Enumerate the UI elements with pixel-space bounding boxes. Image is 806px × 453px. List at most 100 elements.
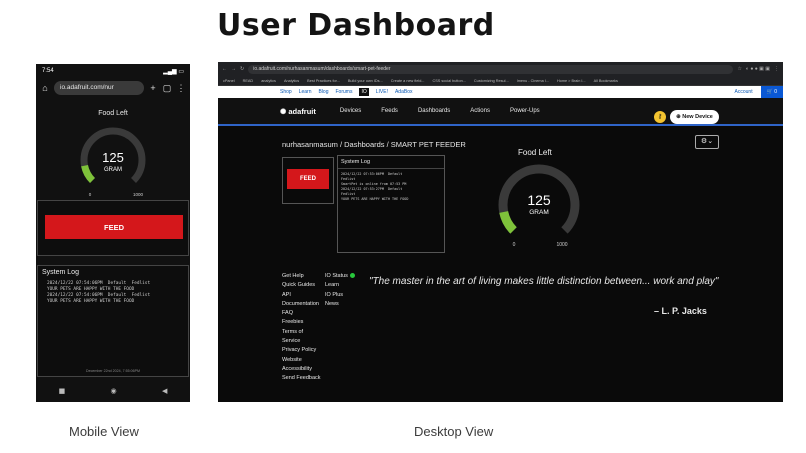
footer-link-label: IO Plus (325, 291, 344, 298)
nav-live[interactable]: LIVE! (376, 89, 388, 95)
feed-button[interactable]: FEED (287, 169, 329, 189)
tabs-icon[interactable]: ▢ (162, 83, 172, 94)
mobile-caption: Mobile View (69, 424, 139, 439)
bookmark-item[interactable]: cPanel (223, 79, 235, 83)
food-gauge: 125 GRAM 0 1000 (498, 164, 580, 248)
bookmark-item[interactable]: Home > Brain I... (557, 79, 586, 83)
dashboard-settings-button[interactable]: ⚙⌄ (695, 135, 719, 149)
bookmark-item[interactable]: Build your own IDs... (348, 79, 383, 83)
back-icon[interactable]: ← (222, 66, 227, 72)
system-log-panel: System Log 2024/12/22 07:54:06PM Default… (37, 265, 189, 377)
nav-forums[interactable]: Forums (336, 89, 353, 95)
footer-link[interactable]: Documentation (282, 300, 321, 309)
cart-button[interactable]: 🛒 0 (760, 86, 783, 98)
footer-link[interactable]: Terms of (282, 328, 321, 337)
adafruit-logo[interactable]: ✺ adafruit (280, 107, 316, 116)
system-log-text: 2024/12/22 07:53:06PM Default Fedlist Sm… (341, 172, 409, 201)
food-left-title: Food Left (518, 148, 552, 157)
bookmarks-bar: cPanel READ analytics Analytics Best Practic… (218, 76, 783, 86)
gauge-unit: GRAM (104, 167, 122, 173)
feed-card: FEED (37, 200, 189, 256)
gauge-min: 0 (89, 192, 92, 197)
bookmark-item[interactable]: Imenu - Cinema I... (517, 79, 549, 83)
extensions-icon[interactable]: ◐ ● ● ▣ ▣ (746, 66, 770, 72)
footer-link[interactable]: Send Feedback (282, 374, 321, 383)
nav-learn[interactable]: Learn (299, 89, 312, 95)
gauge-max: 1000 (133, 192, 144, 197)
gauge-unit: GRAM (529, 209, 549, 216)
bookmark-item[interactable]: Customizing Resul... (474, 79, 509, 83)
footer-links: Get Help Quick Guides API Documentation FAQ F… (282, 272, 321, 384)
account-menu[interactable]: Account (735, 89, 753, 95)
footer-link[interactable]: Service (282, 337, 321, 346)
food-gauge: 125 GRAM 0 1000 (80, 127, 146, 197)
nav-power-ups[interactable]: Power-Ups (510, 108, 540, 114)
footer-link[interactable]: News (325, 300, 355, 309)
feed-button[interactable]: FEED (45, 215, 183, 239)
footer-link[interactable]: Privacy Policy (282, 346, 321, 355)
more-icon[interactable]: ⋮ (176, 83, 186, 94)
desktop-caption: Desktop View (414, 424, 494, 439)
status-time: 7:54 (42, 68, 54, 74)
home-icon[interactable]: ◉ (111, 387, 117, 395)
url-field[interactable]: io.adafruit.com/nurhasanmasum/dashboards… (248, 64, 734, 74)
chevron-down-icon: ⌄ (707, 138, 714, 145)
back-icon[interactable]: ◀ (162, 387, 167, 395)
nav-devices[interactable]: Devices (340, 108, 361, 114)
bookmark-item[interactable]: Analytics (284, 79, 299, 83)
recents-icon[interactable]: ■ (59, 387, 66, 395)
gauge-min: 0 (513, 242, 516, 248)
key-icon[interactable]: ⚷ (654, 111, 666, 123)
mobile-screenshot: 7:54 ▂▄▆ ▭ ⌂ io.adafruit.com/nur + ▢ ⋮ F… (36, 64, 190, 402)
forward-icon[interactable]: → (231, 66, 236, 72)
star-icon[interactable]: ☆ (737, 66, 741, 72)
footer-link[interactable]: IO Status (325, 272, 355, 281)
footer-link[interactable]: Accessibility (282, 365, 321, 374)
food-left-title: Food Left (98, 110, 128, 117)
bookmark-item[interactable]: All Bookmarks (594, 79, 618, 83)
url-field[interactable]: io.adafruit.com/nur (54, 81, 144, 95)
reload-icon[interactable]: ↻ (240, 66, 244, 72)
signal-battery-icon: ▂▄▆ ▭ (163, 68, 184, 75)
footer-link[interactable]: FAQ (282, 309, 321, 318)
status-indicator-icon (349, 273, 355, 279)
home-icon[interactable]: ⌂ (40, 83, 50, 93)
nav-dashboards[interactable]: Dashboards (418, 108, 450, 114)
footer-link[interactable]: Learn (325, 281, 355, 290)
mobile-status-bar: 7:54 ▂▄▆ ▭ (36, 64, 190, 78)
nav-feeds[interactable]: Feeds (381, 108, 398, 114)
footer-links-secondary: IO Status Learn IO Plus News (325, 272, 355, 309)
quote-author: – L. P. Jacks (654, 306, 707, 316)
new-device-button[interactable]: ⊕ New Device (670, 110, 719, 124)
system-log-panel: System Log 2024/12/22 07:53:06PM Default… (337, 155, 445, 253)
nav-io[interactable]: IO (359, 88, 369, 96)
footer-link[interactable]: API (282, 291, 321, 300)
system-log-title: System Log (338, 156, 444, 169)
menu-icon[interactable]: ⋮ (774, 66, 779, 72)
nav-adabox[interactable]: AdaBox (395, 89, 413, 95)
bookmark-item[interactable]: READ (243, 79, 254, 83)
mobile-address-bar: ⌂ io.adafruit.com/nur + ▢ ⋮ (36, 78, 190, 98)
nav-blog[interactable]: Blog (318, 89, 328, 95)
bookmark-item[interactable]: Create a new field... (391, 79, 425, 83)
footer-link[interactable]: Freebies (282, 318, 321, 327)
bookmark-item[interactable]: Best Practices for... (307, 79, 340, 83)
footer-link[interactable]: Website (282, 356, 321, 365)
adafruit-top-nav: Shop Learn Blog Forums IO LIVE! AdaBox A… (218, 86, 783, 98)
bookmark-item[interactable]: analytics (261, 79, 276, 83)
nav-actions[interactable]: Actions (470, 108, 490, 114)
cart-count: 0 (774, 89, 777, 95)
nav-shop[interactable]: Shop (280, 89, 292, 95)
desktop-screenshot: ← → ↻ io.adafruit.com/nurhasanmasum/dash… (218, 62, 783, 402)
flower-logo-icon: ✺ (280, 106, 287, 116)
bookmark-item[interactable]: CSS social button... (433, 79, 466, 83)
browser-toolbar: ← → ↻ io.adafruit.com/nurhasanmasum/dash… (218, 62, 783, 76)
feed-card: FEED (282, 157, 334, 204)
footer-link[interactable]: IO Plus (325, 291, 355, 300)
cart-icon: 🛒 (766, 89, 775, 95)
footer-link[interactable]: Quick Guides (282, 281, 321, 290)
gauge-max: 1000 (556, 242, 567, 248)
gauge-value: 125 (527, 192, 551, 208)
new-tab-icon[interactable]: + (148, 83, 158, 93)
footer-link[interactable]: Get Help (282, 272, 321, 281)
